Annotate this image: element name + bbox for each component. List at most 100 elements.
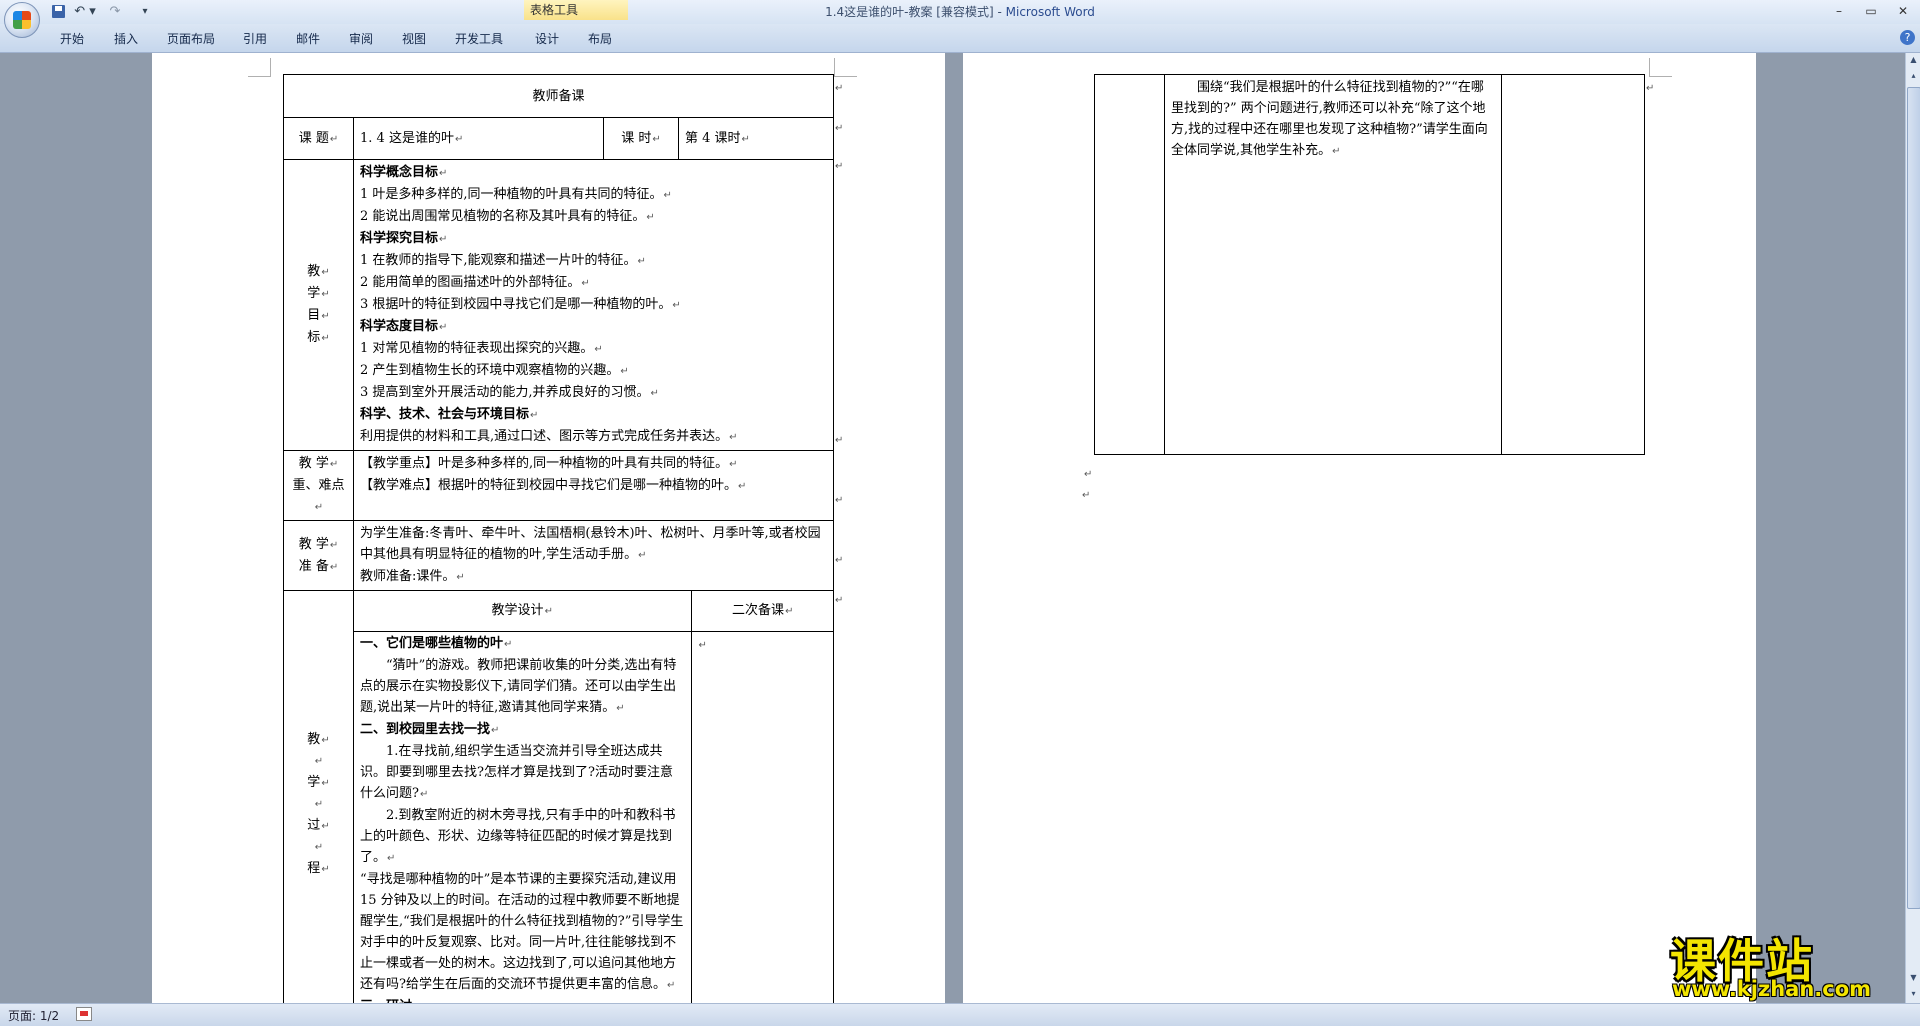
maximize-button[interactable]: ▭ [1856,2,1886,20]
table-row: 教师备课 [282,74,835,118]
close-button[interactable]: ✕ [1888,2,1918,20]
period-value-cell[interactable]: 第 4 课时↵ [677,117,835,160]
goals-content-cell[interactable]: 科学概念目标↵ 1 叶是多种多样的,同一种植物的叶具有共同的特征。↵ 2 能说出周围… [352,159,835,451]
scroll-up-arrow-icon[interactable]: ▲ [1908,55,1919,67]
goal-item: 利用提供的材料和工具,通过口述、图示等方式完成任务并表达。↵ [360,429,738,444]
tab-mailings[interactable]: 邮件 [296,30,320,48]
continued-paragraph: 围绕“我们是根据叶的什么特征找到植物的?”“在哪里找到的?” 两个问题进行,教师… [1171,80,1488,158]
tab-table-layout[interactable]: 布局 [588,30,612,48]
office-logo-icon [13,11,31,29]
tab-review[interactable]: 审阅 [349,30,373,48]
goal-item: 3 根据叶的特征到校园中寻找它们是哪一种植物的叶。↵ [360,297,681,312]
topic-label-cell[interactable]: 课 题↵ [283,117,354,160]
redo-icon[interactable]: ↷ [104,3,126,20]
minimize-button[interactable]: – [1824,2,1854,20]
period-label: 课 时 [621,130,652,146]
table-row: 教↵ 学↵ 目↵ 标↵ 科学概念目标↵ 1 叶是多种多样的,同一种植物的叶具有共同… [283,159,835,451]
goals-label-char: 教↵ [307,264,330,279]
document-page-2: 围绕“我们是根据叶的什么特征找到植物的?”“在哪里找到的?” 两个问题进行,教师… [963,53,1756,1003]
table-title: 教师备课 [532,88,585,104]
customize-quick-access-icon[interactable]: ▾ [138,3,152,20]
margin-corner-mark [1649,58,1672,77]
process-paragraph: “猜叶”的游戏。教师把课前收集的叶分类,选出有特点的展示在实物投影仪下,请同学们… [360,657,677,715]
goals-label-cell[interactable]: 教↵ 学↵ 目↵ 标↵ [283,159,354,451]
page-indicator[interactable]: 页面: 1/2 [8,1007,59,1024]
office-button[interactable] [4,2,40,38]
end-of-row-mark: ↵ [835,123,844,134]
document-page-1: 教师备课 课 题↵ 1. 4 这是谁的叶↵ 课 时↵ 第 4 课时↵ 教↵ 学↵… [152,53,945,1020]
key-point-line: 【教学难点】根据叶的特征到校园中寻找它们是哪一种植物的叶。↵ [360,478,747,493]
process-heading: 二、到校园里去找一找↵ [360,721,500,737]
process-paragraph: “寻找是哪种植物的叶”是本节课的主要探究活动,建议用 15 分钟及以上的时间。在… [360,871,684,992]
save-icon[interactable] [50,3,68,20]
goals-label-char: 标↵ [307,330,330,345]
empty-paragraph-mark: ↵ [1082,490,1091,501]
proofing-status-icon[interactable] [76,1007,92,1021]
continued-second-prep-cell[interactable] [1501,74,1645,455]
table-row: 教学设计↵ 二次备课↵ [354,591,834,632]
next-page-icon[interactable]: ▾ [1908,989,1919,1001]
process-inner-table: 教学设计↵ 二次备课↵ 一、它们是哪些植物的叶↵ “猜叶”的游戏。教师把课前收集的… [354,591,834,1019]
goal-heading: 科学、技术、社会与环境目标↵ [360,407,539,422]
design-header-cell[interactable]: 教学设计↵ [354,591,692,632]
tab-page-layout[interactable]: 页面布局 [167,30,215,48]
continued-design-cell[interactable]: 围绕“我们是根据叶的什么特征找到植物的?”“在哪里找到的?” 两个问题进行,教师… [1164,74,1502,455]
process-label-char: 教↵ [307,732,330,748]
ruler-toggle-icon[interactable]: ▴ [1908,71,1919,83]
goal-item: 1 在教师的指导下,能观察和描述一片叶的特征。↵ [360,253,646,268]
scroll-thumb[interactable] [1907,87,1920,909]
tab-view[interactable]: 视图 [402,30,426,48]
watermark-logo: 课件站 www.kjzhan.com [1670,925,1900,1001]
help-icon[interactable]: ? [1900,30,1915,45]
tab-developer[interactable]: 开发工具 [455,30,503,48]
key-point-tag: 【教学难点】 [360,478,439,493]
tab-home[interactable]: 开始 [60,30,84,48]
second-prep-header-cell[interactable]: 二次备课↵ [690,591,834,632]
lesson-plan-table[interactable]: 教师备课 课 题↵ 1. 4 这是谁的叶↵ 课 时↵ 第 4 课时↵ 教↵ 学↵… [282,74,835,1020]
goals-label-char: 目↵ [307,308,330,323]
continued-table[interactable]: 围绕“我们是根据叶的什么特征找到植物的?”“在哪里找到的?” 两个问题进行,教师… [1094,74,1645,455]
title-bar [0,0,1920,24]
ribbon-tab-bar: 开始 插入 页面布局 引用 邮件 审阅 视图 开发工具 设计 布局 [0,24,1920,53]
process-paragraph: 1.在寻找前,组织学生适当交流并引导全班达成共识。即要到哪里去找?怎样才算是找到… [360,743,673,801]
goal-heading: 科学概念目标↵ [360,165,448,180]
design-header: 教学设计 [491,602,544,618]
vertical-scrollbar[interactable]: ▲ ▴ ▼ ▾ [1905,53,1920,1003]
goal-item: 3 提高到室外开展活动的能力,并养成良好的习惯。↵ [360,385,659,400]
topic-value-cell[interactable]: 1. 4 这是谁的叶↵ [353,117,604,160]
tab-insert[interactable]: 插入 [114,30,138,48]
process-paragraph: 2.到教室附近的树木旁寻找,只有手中的叶和教科书上的叶颜色、形状、边缘等特征匹配… [360,807,676,865]
key-point-tag: 【教学重点】 [360,456,439,471]
process-label-cell[interactable]: 教↵ ↵ 学↵ ↵ 过↵ ↵ 程↵ [283,590,354,1020]
undo-icon[interactable]: ↶ ▾ [72,3,98,20]
process-heading: 一、它们是哪些植物的叶↵ [360,635,513,651]
end-of-row-mark: ↵ [835,555,844,566]
lesson-plan-table-container: 教师备课 课 题↵ 1. 4 这是谁的叶↵ 课 时↵ 第 4 课时↵ 教↵ 学↵… [282,74,843,1020]
preparation-line: 为学生准备:冬青叶、牵牛叶、法国梧桐(悬铃木)叶、松树叶、月季叶等,或者校园中其… [360,526,821,562]
table-tools-context-header: 表格工具 [524,0,628,20]
scroll-down-arrow-icon[interactable]: ▼ [1908,973,1919,985]
end-of-row-mark: ↵ [835,595,844,606]
topic-label: 课 题 [298,130,329,146]
key-points-content-cell[interactable]: 【教学重点】叶是多种多样的,同一种植物的叶具有共同的特征。↵ 【教学难点】根据叶的… [352,450,835,521]
second-prep-content-cell[interactable]: ↵ [690,630,834,1019]
key-points-label-cell[interactable]: 教 学↵ 重、难点↵ [283,450,354,521]
continued-label-cell[interactable] [1094,74,1165,455]
period-label-cell[interactable]: 课 时↵ [603,117,679,160]
topic-value: 1. 4 这是谁的叶 [360,130,454,146]
preparation-content-cell[interactable]: 为学生准备:冬青叶、牵牛叶、法国梧桐(悬铃木)叶、松树叶、月季叶等,或者校园中其… [352,520,835,591]
preparation-label-line: 准 备↵ [298,558,339,574]
end-of-row-mark: ↵ [835,495,844,506]
goal-item: 2 产生到植物生长的环境中观察植物的兴趣。↵ [360,363,629,378]
tab-references[interactable]: 引用 [243,30,267,48]
preparation-label-cell[interactable]: 教 学↵ 准 备↵ [283,520,354,591]
design-content-cell[interactable]: 一、它们是哪些植物的叶↵ “猜叶”的游戏。教师把课前收集的叶分类,选出有特点的展示… [354,630,692,1019]
goal-heading: 科学态度目标↵ [360,319,448,334]
margin-corner-mark [248,58,271,77]
process-content-cell: 教学设计↵ 二次备课↵ 一、它们是哪些植物的叶↵ “猜叶”的游戏。教师把课前收集的… [352,590,835,1020]
process-label-char: 学↵ [307,775,330,791]
tab-table-design[interactable]: 设计 [535,30,559,48]
goal-item: 1 叶是多种多样的,同一种植物的叶具有共同的特征。↵ [360,187,672,202]
continued-table-container: 围绕“我们是根据叶的什么特征找到植物的?”“在哪里找到的?” 两个问题进行,教师… [1082,74,1654,501]
table-title-cell[interactable]: 教师备课 [282,74,835,118]
